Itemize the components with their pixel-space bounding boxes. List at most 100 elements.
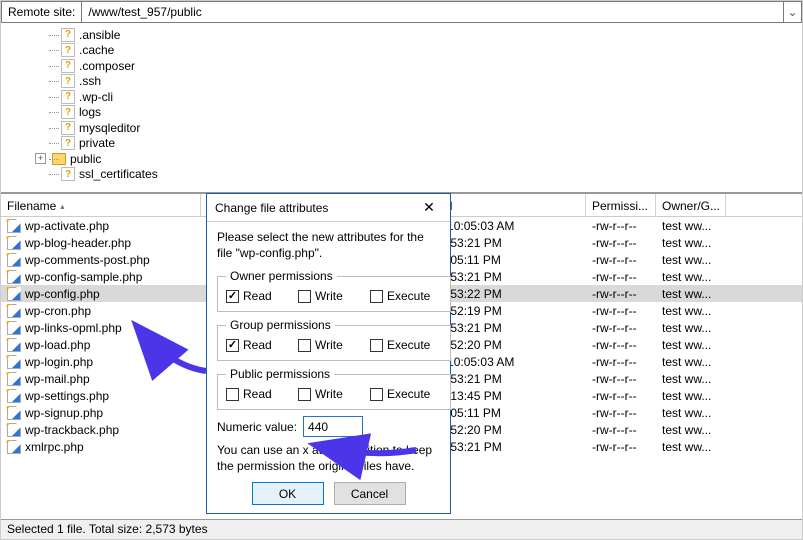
unknown-folder-icon: ? [61, 74, 75, 88]
php-file-icon [7, 321, 21, 335]
checkbox-icon [226, 339, 239, 352]
tree-item[interactable]: ? mysqleditor [61, 120, 802, 136]
file-permissions: -rw-r--r-- [586, 321, 656, 335]
file-permissions: -rw-r--r-- [586, 236, 656, 250]
file-name: wp-cron.php [25, 304, 91, 318]
dialog-close-button[interactable]: ✕ [416, 198, 442, 218]
file-permissions: -rw-r--r-- [586, 219, 656, 233]
file-name: wp-load.php [25, 338, 90, 352]
group-read-checkbox[interactable]: Read [226, 338, 298, 352]
file-owner: test ww... [656, 270, 726, 284]
public-legend: Public permissions [226, 367, 334, 381]
file-permissions: -rw-r--r-- [586, 270, 656, 284]
expand-icon[interactable]: + [35, 153, 46, 164]
file-owner: test ww... [656, 423, 726, 437]
file-permissions: -rw-r--r-- [586, 287, 656, 301]
col-permissions[interactable]: Permissi... [586, 194, 656, 216]
php-file-icon [7, 440, 21, 454]
file-name: wp-activate.php [25, 219, 109, 233]
checkbox-icon [226, 290, 239, 303]
tree-item[interactable]: +public [61, 151, 802, 167]
checkbox-icon [298, 290, 311, 303]
tree-item[interactable]: ?.ansible [61, 27, 802, 43]
tree-item[interactable]: ?.wp-cli [61, 89, 802, 105]
numeric-value-input[interactable] [303, 416, 363, 437]
cancel-button[interactable]: Cancel [334, 482, 406, 505]
php-file-icon [7, 287, 21, 301]
tree-item[interactable]: ? logs [61, 105, 802, 121]
public-write-checkbox[interactable]: Write [298, 387, 370, 401]
php-file-icon [7, 355, 21, 369]
file-owner: test ww... [656, 304, 726, 318]
file-permissions: -rw-r--r-- [586, 372, 656, 386]
tree-item[interactable]: ?private [61, 136, 802, 152]
file-owner: test ww... [656, 287, 726, 301]
unknown-folder-icon: ? [61, 59, 75, 73]
ok-button[interactable]: OK [252, 482, 324, 505]
file-permissions: -rw-r--r-- [586, 406, 656, 420]
owner-execute-checkbox[interactable]: Execute [370, 289, 442, 303]
php-file-icon [7, 338, 21, 352]
unknown-folder-icon: ? [61, 136, 75, 150]
php-file-icon [7, 236, 21, 250]
file-name: wp-comments-post.php [25, 253, 150, 267]
tree-item-label: .ssh [79, 74, 101, 88]
php-file-icon [7, 406, 21, 420]
owner-permissions-group: Owner permissions Read Write Execute [217, 269, 451, 312]
file-name: wp-links-opml.php [25, 321, 122, 335]
file-name: wp-settings.php [25, 389, 109, 403]
remote-site-path[interactable]: /www/test_957/public [81, 2, 783, 22]
tree-item[interactable]: ?.composer [61, 58, 802, 74]
public-execute-checkbox[interactable]: Execute [370, 387, 442, 401]
public-permissions-group: Public permissions Read Write Execute [217, 367, 451, 410]
remote-site-label: Remote site: [2, 3, 81, 21]
dialog-description: Please select the new attributes for the… [217, 230, 440, 261]
file-name: wp-trackback.php [25, 423, 119, 437]
file-name: wp-signup.php [25, 406, 103, 420]
php-file-icon [7, 423, 21, 437]
col-filename[interactable]: Filename▴ [1, 194, 201, 216]
owner-read-checkbox[interactable]: Read [226, 289, 298, 303]
checkbox-icon [226, 388, 239, 401]
tree-item[interactable]: ?.cache [61, 43, 802, 59]
group-write-checkbox[interactable]: Write [298, 338, 370, 352]
group-execute-checkbox[interactable]: Execute [370, 338, 442, 352]
remote-site-bar: Remote site: /www/test_957/public ⌄ [1, 1, 802, 23]
unknown-folder-icon: ? [61, 105, 75, 119]
file-owner: test ww... [656, 236, 726, 250]
file-name: wp-blog-header.php [25, 236, 131, 250]
owner-write-checkbox[interactable]: Write [298, 289, 370, 303]
checkbox-icon [298, 388, 311, 401]
col-owner[interactable]: Owner/G... [656, 194, 726, 216]
unknown-folder-icon: ? [61, 121, 75, 135]
tree-item-label: public [70, 152, 101, 166]
tree-item-label: .cache [79, 43, 114, 57]
owner-legend: Owner permissions [226, 269, 337, 283]
dialog-body: Please select the new attributes for the… [207, 222, 450, 513]
file-owner: test ww... [656, 406, 726, 420]
php-file-icon [7, 219, 21, 233]
php-file-icon [7, 304, 21, 318]
php-file-icon [7, 389, 21, 403]
public-read-checkbox[interactable]: Read [226, 387, 298, 401]
file-owner: test ww... [656, 389, 726, 403]
tree-item[interactable]: ?ssl_certificates [61, 167, 802, 183]
tree-item-label: logs [79, 105, 101, 119]
tree-item-label: mysqleditor [79, 121, 140, 135]
file-permissions: -rw-r--r-- [586, 304, 656, 318]
status-bar: Selected 1 file. Total size: 2,573 bytes [1, 519, 802, 539]
file-permissions: -rw-r--r-- [586, 423, 656, 437]
remote-tree[interactable]: ?.ansible?.cache?.composer?.ssh?.wp-cli?… [1, 23, 802, 193]
file-owner: test ww... [656, 355, 726, 369]
tree-item[interactable]: ? .ssh [61, 74, 802, 90]
group-legend: Group permissions [226, 318, 335, 332]
remote-site-dropdown[interactable]: ⌄ [783, 2, 801, 22]
file-name: wp-mail.php [25, 372, 90, 386]
file-permissions: -rw-r--r-- [586, 355, 656, 369]
permissions-dialog: Change file attributes ✕ Please select t… [206, 193, 451, 514]
checkbox-icon [370, 339, 383, 352]
unknown-folder-icon: ? [61, 28, 75, 42]
file-permissions: -rw-r--r-- [586, 253, 656, 267]
file-name: wp-config-sample.php [25, 270, 142, 284]
numeric-value-row: Numeric value: [217, 416, 440, 437]
